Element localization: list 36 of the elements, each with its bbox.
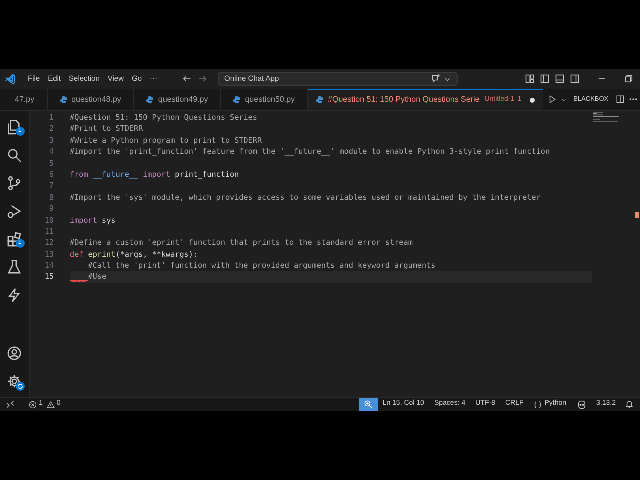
- caret-icon[interactable]: [560, 96, 567, 102]
- search-icon[interactable]: [7, 148, 22, 162]
- sync-badge-icon: [16, 382, 24, 391]
- caret-icon[interactable]: [444, 76, 451, 82]
- python-file-icon: [60, 96, 68, 104]
- copilot-icon[interactable]: [576, 400, 587, 410]
- layout-icon[interactable]: [525, 74, 535, 84]
- error-icon: [29, 400, 37, 408]
- zoom-in-icon: [364, 400, 373, 409]
- extensions-icon[interactable]: [7, 232, 22, 246]
- bell-icon[interactable]: [625, 400, 634, 409]
- account-icon[interactable]: [7, 346, 22, 360]
- warning-icon: [46, 400, 55, 408]
- run-icon[interactable]: [548, 95, 557, 104]
- split-editor-icon[interactable]: [616, 95, 625, 104]
- python-file-icon: [146, 96, 154, 104]
- editor-tab[interactable]: question48.py: [48, 89, 134, 110]
- secondary-sidebar-icon[interactable]: [570, 74, 580, 84]
- chat-icon[interactable]: [430, 74, 441, 84]
- files-icon[interactable]: [7, 120, 22, 134]
- sidebar-toggle-icon[interactable]: [540, 74, 550, 84]
- flask-icon[interactable]: [7, 260, 22, 274]
- run-debug-icon[interactable]: [7, 204, 22, 218]
- panel-toggle-icon[interactable]: [555, 74, 565, 84]
- braces-icon: [534, 400, 542, 408]
- scrollbar-marker: [635, 212, 639, 218]
- zoom-button[interactable]: [358, 398, 378, 411]
- branch-icon[interactable]: [7, 176, 22, 190]
- python-file-icon: [233, 96, 242, 104]
- restore-icon[interactable]: [624, 74, 634, 84]
- remote-icon[interactable]: [6, 400, 15, 409]
- vscode-logo-icon: [5, 74, 16, 84]
- back-arrow-icon[interactable]: [182, 74, 192, 84]
- settings-icon[interactable]: [7, 374, 22, 388]
- lightning-icon[interactable]: [7, 288, 22, 302]
- python-file-icon: [316, 96, 324, 104]
